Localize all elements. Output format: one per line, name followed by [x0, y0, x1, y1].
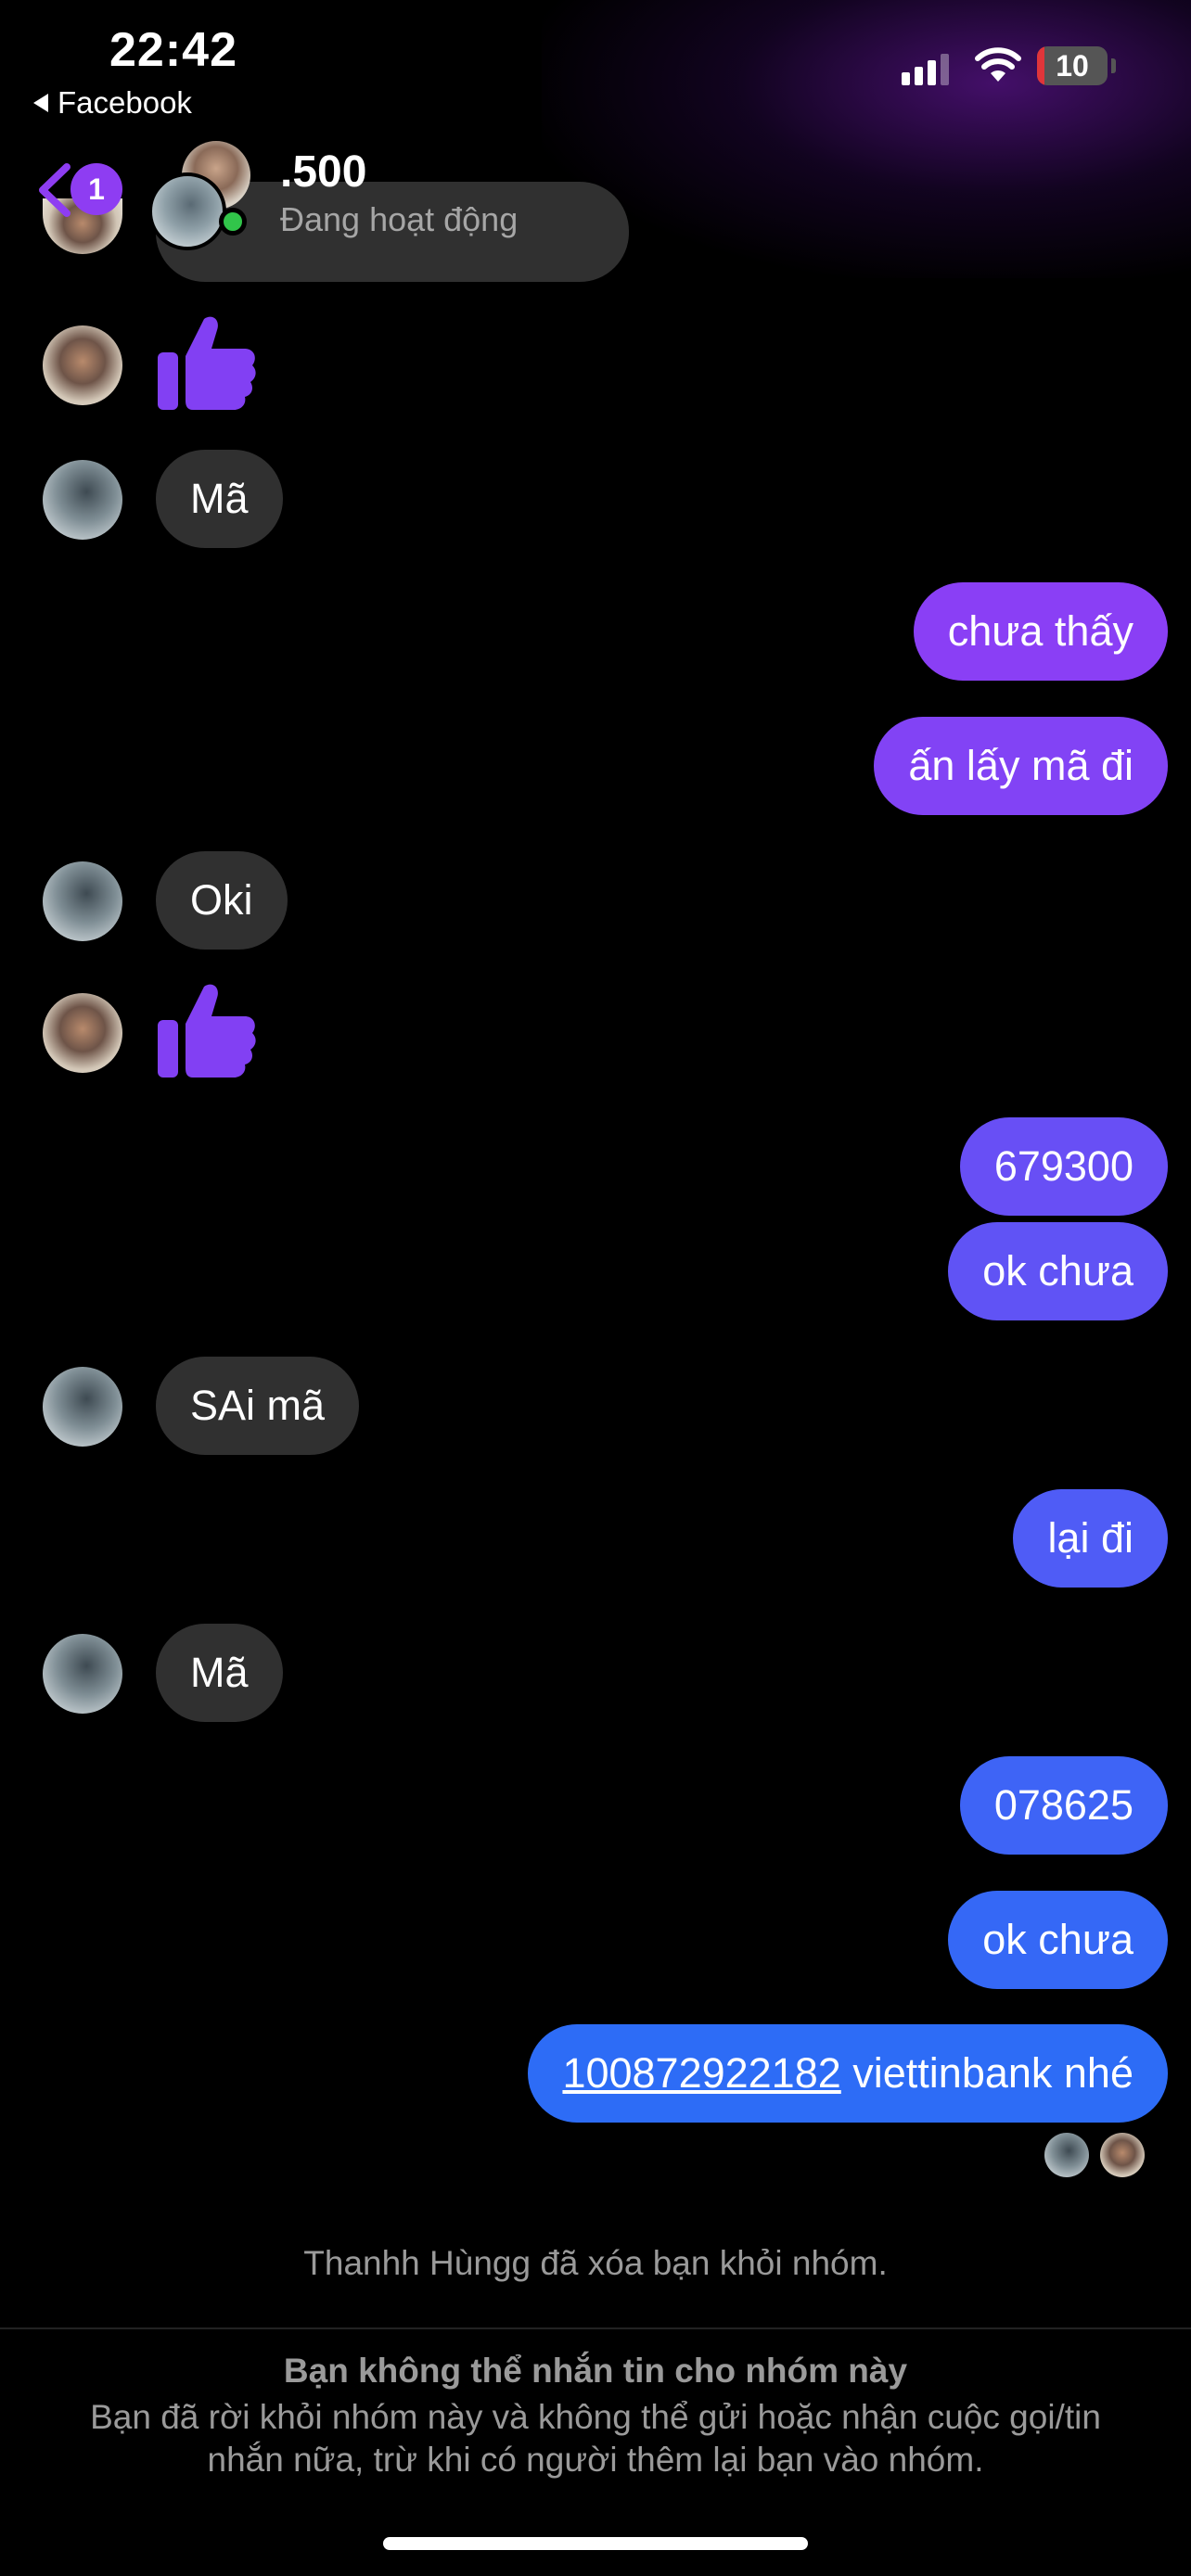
back-triangle-icon: [33, 94, 48, 112]
status-bar: 22:42 Facebook 10: [0, 0, 1191, 139]
system-message: Thanhh Hùngg đã xóa bạn khỏi nhóm.: [303, 2244, 888, 2282]
read-receipt-avatar: [1044, 2133, 1089, 2177]
notice-title: Bạn không thể nhắn tin cho nhóm này: [283, 2352, 908, 2390]
back-app-label: Facebook: [58, 85, 192, 120]
sender-avatar[interactable]: [43, 325, 122, 405]
outgoing-message-bubble[interactable]: 679300: [959, 1117, 1168, 1216]
battery-icon: 10: [1037, 46, 1116, 85]
sender-avatar[interactable]: [43, 993, 122, 1073]
outgoing-message-bubble[interactable]: 100872922182 viettinbank nhé: [528, 2024, 1168, 2123]
sender-avatar[interactable]: [43, 1367, 122, 1447]
outgoing-message-bubble[interactable]: ok chưa: [948, 1222, 1168, 1320]
message-text: viettinbank nhé: [840, 2049, 1133, 2097]
home-indicator[interactable]: [383, 2537, 808, 2550]
group-avatar-secondary[interactable]: [148, 172, 226, 250]
message-list[interactable]: Mã chưa thấy ấn lấy mã đi Oki 679300 ok chưa S…: [0, 0, 1191, 2225]
sender-avatar[interactable]: [43, 1634, 122, 1714]
account-number-link[interactable]: 100872922182: [562, 2049, 840, 2097]
outgoing-message-bubble[interactable]: ok chưa: [948, 1891, 1168, 1989]
online-indicator: [219, 208, 247, 236]
chat-active-status: Đang hoạt động: [280, 200, 519, 238]
notice-body: Bạn đã rời khỏi nhóm này và không thể gử…: [90, 2398, 1101, 2479]
cellular-signal-icon: [902, 48, 949, 85]
divider: [0, 2327, 1191, 2329]
incoming-message-bubble[interactable]: Mã: [156, 450, 283, 548]
incoming-message-bubble[interactable]: Mã: [156, 1624, 283, 1722]
back-chevron-icon[interactable]: [33, 161, 74, 219]
unread-badge: 1: [70, 163, 122, 215]
clock: 22:42: [109, 23, 237, 77]
outgoing-message-bubble[interactable]: ấn lấy mã đi: [874, 717, 1168, 815]
wifi-icon: [975, 47, 1021, 82]
sender-avatar[interactable]: [43, 460, 122, 540]
sender-avatar[interactable]: [43, 861, 122, 941]
read-receipt-avatar: [1100, 2133, 1145, 2177]
chat-title[interactable]: .500: [280, 147, 366, 198]
outgoing-message-bubble[interactable]: chưa thấy: [913, 582, 1168, 681]
outgoing-message-bubble[interactable]: lại đi: [1013, 1489, 1168, 1588]
chat-header: 1 .500 Đang hoạt động: [0, 139, 1191, 250]
battery-level: 10: [1056, 49, 1089, 83]
incoming-message-bubble[interactable]: SAi mã: [156, 1357, 360, 1455]
thumbs-up-icon[interactable]: [156, 979, 258, 1081]
outgoing-message-bubble[interactable]: 078625: [959, 1756, 1168, 1855]
thumbs-up-icon[interactable]: [156, 312, 258, 414]
back-to-app-link[interactable]: Facebook: [33, 85, 192, 121]
incoming-message-bubble[interactable]: Oki: [156, 851, 288, 950]
read-receipts: [1044, 2133, 1145, 2177]
